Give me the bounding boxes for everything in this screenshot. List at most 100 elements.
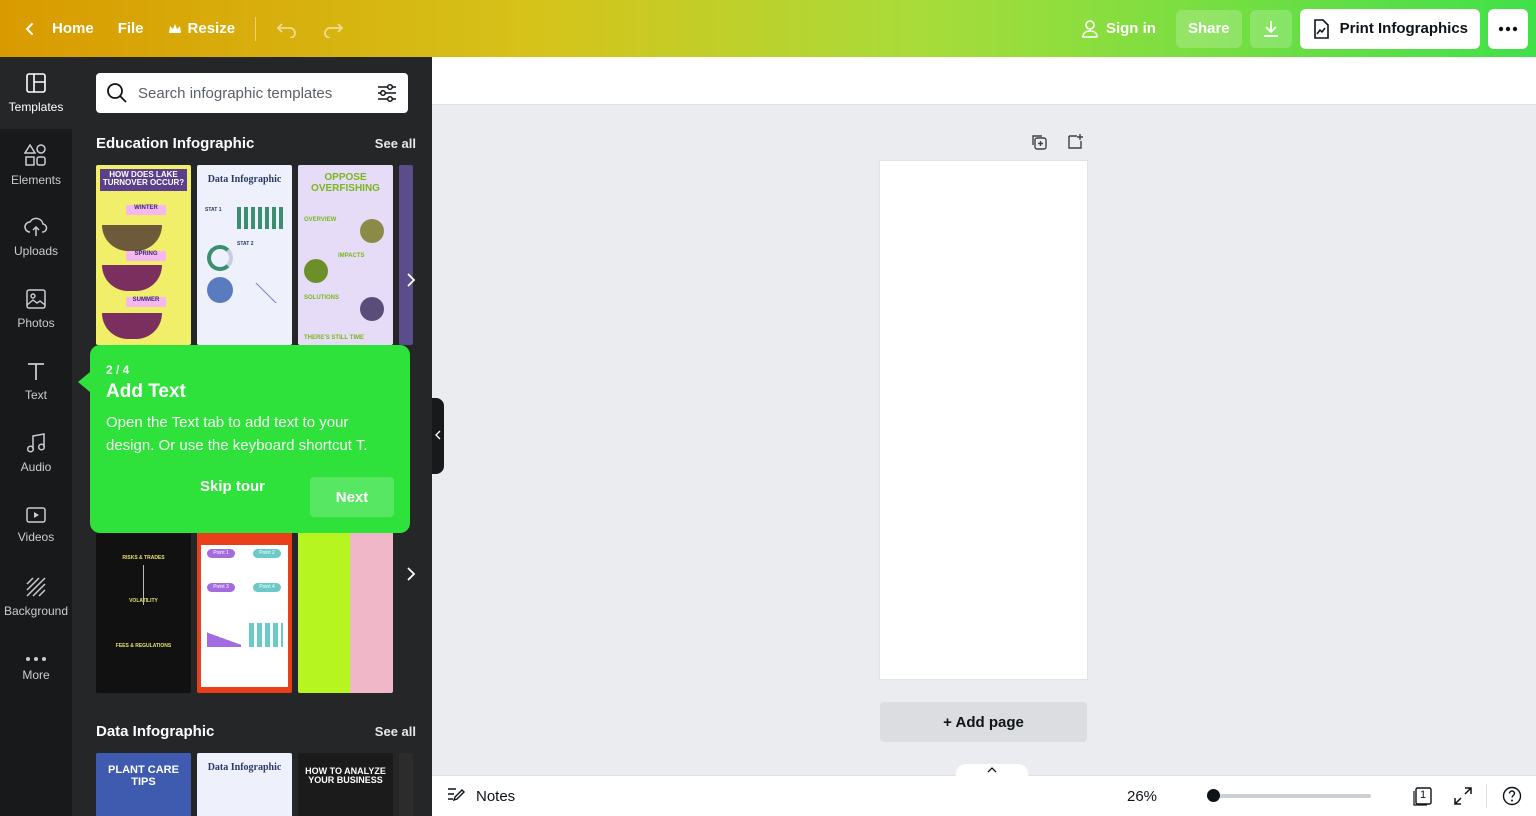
chevron-left-icon: [435, 430, 441, 443]
fullscreen-button[interactable]: [1453, 786, 1473, 811]
side-rail: Templates Elements Uploads Photos Text A…: [0, 57, 72, 816]
template-thumbnail[interactable]: HOW DOES LAKE TURNOVER OCCUR? WINTER SPR…: [96, 165, 191, 345]
rail-item-photos[interactable]: Photos: [0, 273, 72, 345]
page-count-button[interactable]: 1: [1412, 786, 1434, 811]
divider: [1486, 784, 1487, 808]
rail-label: Videos: [17, 530, 55, 544]
resize-button[interactable]: Resize: [156, 10, 248, 48]
zoom-percentage[interactable]: 26%: [1127, 788, 1157, 805]
duplicate-page-icon[interactable]: [1030, 133, 1048, 156]
add-page-button[interactable]: + Add page: [880, 702, 1087, 742]
skip-tour-button[interactable]: Skip tour: [200, 478, 265, 495]
notes-button[interactable]: Notes: [446, 785, 515, 807]
sign-in-label: Sign in: [1105, 20, 1156, 37]
crown-icon: [168, 22, 182, 36]
section-header-data: Data Infographic See all: [96, 723, 416, 740]
page-count: 1: [1420, 789, 1427, 801]
share-label: Share: [1187, 20, 1230, 37]
thumbnail-title: Data Infographic: [207, 174, 282, 185]
search-input[interactable]: [138, 84, 366, 102]
section-title: Data Infographic: [96, 723, 215, 740]
rail-label: Audio: [20, 460, 52, 474]
thumbnail-title: HOW TO ANALYZE YOUR BUSINESS: [305, 766, 386, 786]
template-thumbnail[interactable]: PLANT CARE TIPS: [96, 753, 191, 816]
rail-item-elements[interactable]: Elements: [0, 129, 72, 201]
share-button[interactable]: Share: [1175, 9, 1242, 48]
rail-item-more[interactable]: More: [0, 633, 72, 705]
template-thumbnail-partial[interactable]: [399, 753, 413, 816]
rail-item-background[interactable]: Background: [0, 561, 72, 633]
thumbnail-title: OPPOSE OVERFISHING: [311, 172, 380, 194]
print-label: Print Infographics: [1339, 20, 1468, 37]
photos-icon: [25, 288, 47, 310]
zoom-slider[interactable]: [1207, 789, 1371, 802]
onboarding-tour-popover: 2 / 4 Add Text Open the Text tab to add …: [78, 345, 410, 533]
download-button[interactable]: [1249, 9, 1292, 48]
scroll-right-button[interactable]: [406, 271, 416, 294]
template-thumbnail[interactable]: OPPOSE OVERFISHING OVERVIEW IMPACTS SOLU…: [298, 165, 393, 345]
top-bar: Home File Resize Sign in Share Print Inf…: [0, 0, 1536, 57]
redo-button[interactable]: [310, 10, 356, 48]
rail-item-uploads[interactable]: Uploads: [0, 201, 72, 273]
chevron-right-icon: [406, 271, 416, 293]
thumbnail-label: RISKS & TRADES: [122, 555, 165, 561]
next-button[interactable]: Next: [310, 477, 394, 517]
rail-item-videos[interactable]: Videos: [0, 489, 72, 561]
thumbnail-label: VOLATILITY: [129, 598, 158, 604]
thumbnail-label: SUMMER: [126, 297, 166, 307]
template-thumbnail-partial[interactable]: [399, 165, 413, 345]
thumbnail-label: FEES & REGULATIONS: [115, 643, 172, 649]
thumbnail-title: HOW DOES LAKE TURNOVER OCCUR?: [102, 170, 185, 188]
template-row-data: PLANT CARE TIPS Data Infographic HOW TO …: [96, 753, 413, 816]
home-button[interactable]: Home: [10, 10, 106, 48]
help-button[interactable]: [1502, 786, 1522, 811]
thumbnail-label: WINTER: [126, 205, 166, 215]
templates-icon: [25, 72, 47, 94]
rail-label: Templates: [8, 100, 64, 114]
text-icon: [25, 360, 47, 382]
sign-in-button[interactable]: Sign in: [1068, 10, 1168, 48]
see-all-link[interactable]: See all: [375, 724, 416, 739]
expand-icon: [1453, 787, 1473, 810]
thumbnail-title: Data Infographic: [207, 762, 282, 773]
template-search-box[interactable]: [96, 73, 408, 113]
thumbnail-label: Point 3: [207, 583, 235, 592]
search-icon: [106, 82, 128, 104]
rail-item-templates[interactable]: Templates: [0, 57, 72, 129]
more-options-button[interactable]: [1488, 8, 1528, 49]
design-page[interactable]: [880, 161, 1087, 679]
file-menu-button[interactable]: File: [106, 10, 156, 48]
template-thumbnail[interactable]: Data Infographic STAT 1 STAT 2: [197, 165, 292, 345]
divider: [255, 16, 257, 41]
resize-label: Resize: [187, 20, 236, 37]
notes-icon: [446, 785, 466, 807]
rail-label: Background: [3, 604, 69, 618]
add-page-icon[interactable]: [1066, 133, 1084, 156]
undo-button[interactable]: [264, 10, 310, 48]
zoom-slider-knob[interactable]: [1207, 789, 1220, 802]
rail-item-text[interactable]: Text: [0, 345, 72, 417]
thumbnail-title: PLANT CARE TIPS: [108, 764, 179, 788]
page-panel-toggle[interactable]: [956, 764, 1028, 778]
thumbnail-label: STAT 2: [237, 241, 254, 247]
collapse-panel-button[interactable]: [432, 398, 444, 474]
user-icon: [1080, 19, 1100, 39]
template-thumbnail[interactable]: HOW TO ANALYZE YOUR BUSINESS: [298, 753, 393, 816]
chevron-left-icon: [22, 21, 38, 37]
see-all-link[interactable]: See all: [375, 136, 416, 151]
tour-description: Open the Text tab to add text to your de…: [106, 414, 368, 454]
filter-icon[interactable]: [376, 83, 398, 103]
template-thumbnail[interactable]: Data Infographic: [197, 753, 292, 816]
bottom-bar: Notes 26% 1: [432, 764, 1536, 816]
thumbnail-label: OVERVIEW: [304, 217, 337, 223]
scroll-right-button[interactable]: [406, 565, 416, 588]
undo-icon: [276, 20, 298, 38]
print-infographics-button[interactable]: Print Infographics: [1299, 8, 1480, 49]
rail-label: Text: [24, 388, 47, 402]
thumbnail-label: Point 2: [253, 549, 281, 558]
background-icon: [25, 576, 47, 598]
home-label: Home: [52, 20, 94, 37]
rail-item-audio[interactable]: Audio: [0, 417, 72, 489]
thumbnail-label: Point 1: [207, 549, 235, 558]
print-product-icon: [1312, 18, 1330, 39]
